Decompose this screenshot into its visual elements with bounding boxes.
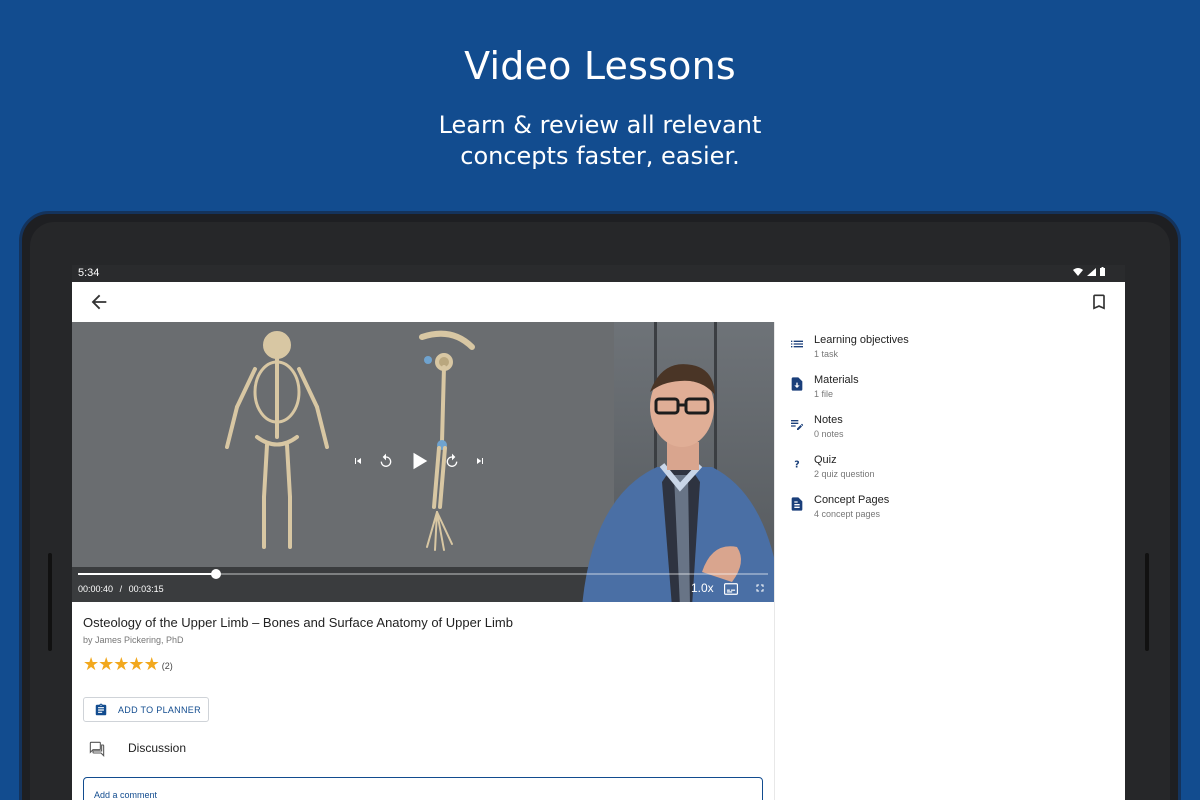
video-duration: 00:03:15 (128, 584, 164, 594)
signal-icon (1087, 267, 1096, 276)
side-item-learning-objectives[interactable]: Learning objectives 1 task (775, 333, 1125, 369)
clipboard-icon (95, 703, 107, 716)
add-to-planner-button[interactable]: ADD TO PLANNER (83, 697, 209, 722)
comment-input[interactable] (94, 790, 694, 800)
edit-notes-icon (791, 420, 804, 430)
skip-next-icon[interactable] (474, 455, 486, 467)
app-bar (72, 282, 1125, 322)
skeleton-figure-full (225, 331, 329, 549)
star-icon: ★ (143, 654, 160, 674)
side-item-subtitle: 2 quiz question (814, 469, 875, 479)
status-time: 5:34 (78, 267, 100, 279)
side-item-title: Learning objectives (814, 334, 909, 346)
back-arrow-icon[interactable] (88, 291, 110, 313)
star-icon: ★ (98, 654, 115, 674)
star-icon: ★ (128, 654, 145, 674)
video-time-separator: / (119, 584, 123, 594)
side-item-subtitle: 1 task (814, 349, 839, 359)
list-icon (791, 340, 803, 348)
side-item-title: Materials (814, 374, 859, 386)
side-item-concept-pages[interactable]: Concept Pages 4 concept pages (775, 493, 1125, 529)
promo-subline-line-2: concepts faster, easier. (460, 142, 740, 170)
subtitles-icon[interactable] (724, 583, 738, 595)
document-icon (791, 497, 803, 511)
lesson-resources-panel: Learning objectives 1 task Materials 1 f… (774, 322, 1125, 800)
lesson-title: Osteology of the Upper Limb – Bones and … (83, 615, 513, 630)
battery-icon (1100, 267, 1105, 276)
promo-subline-line-1: Learn & review all relevant (438, 111, 762, 139)
skip-previous-icon[interactable] (352, 455, 364, 467)
star-icon: ★ (113, 654, 130, 674)
presenter-figure (582, 364, 774, 602)
discussion-icon (89, 741, 105, 757)
video-elapsed-time: 00:00:40 (78, 584, 114, 594)
bookmark-icon[interactable] (1089, 292, 1109, 312)
play-icon[interactable] (408, 450, 430, 472)
add-to-planner-label: ADD TO PLANNER (118, 705, 201, 715)
playback-controls (352, 450, 486, 472)
question-icon: ? (794, 459, 799, 470)
promo-subline: Learn & review all relevant concepts fas… (0, 110, 1200, 172)
star-icon: ★ (83, 654, 100, 674)
promo-headline: Video Lessons (464, 44, 736, 88)
side-item-title: Quiz (814, 454, 837, 466)
discussion-label: Discussion (128, 741, 187, 755)
rating-count: (2) (161, 660, 173, 671)
playback-speed-button[interactable]: 1.0x (691, 581, 714, 595)
video-progress-fill (78, 573, 216, 575)
svg-text:?: ? (794, 459, 799, 470)
side-item-subtitle: 1 file (814, 389, 834, 399)
comment-box[interactable] (83, 777, 763, 800)
lesson-author: by James Pickering, PhD (83, 635, 184, 645)
side-item-notes[interactable]: Notes 0 notes (775, 413, 1125, 449)
tablet-screen: 5:34 00:00:40 / 00:03:15 1.0x Learning o… (72, 265, 1125, 800)
side-item-title: Concept Pages (814, 494, 890, 506)
side-item-quiz[interactable]: ? Quiz 2 quiz question (775, 453, 1125, 489)
rewind-10-icon[interactable] (378, 453, 394, 469)
forward-10-icon[interactable] (444, 453, 460, 469)
video-progress-bar[interactable] (78, 569, 768, 579)
tablet-side-button-right (1145, 553, 1149, 651)
video-progress-handle[interactable] (211, 569, 221, 579)
side-item-subtitle: 0 notes (814, 429, 844, 439)
rating[interactable]: ★ ★ ★ ★ ★ (2) (83, 655, 173, 673)
side-item-title: Notes (814, 414, 843, 426)
video-time: 00:00:40 / 00:03:15 (78, 584, 168, 594)
wifi-icon (1073, 267, 1083, 276)
skeleton-figure-arm (419, 330, 475, 551)
status-icons (1073, 267, 1105, 276)
side-item-subtitle: 4 concept pages (814, 509, 881, 519)
fullscreen-icon[interactable] (754, 582, 766, 594)
side-item-materials[interactable]: Materials 1 file (775, 373, 1125, 409)
video-player[interactable]: 00:00:40 / 00:03:15 1.0x (72, 322, 774, 602)
download-file-icon (791, 377, 803, 391)
status-bar: 5:34 (72, 265, 1125, 282)
tablet-side-button-left (48, 553, 52, 651)
video-whiteboard (72, 322, 622, 602)
